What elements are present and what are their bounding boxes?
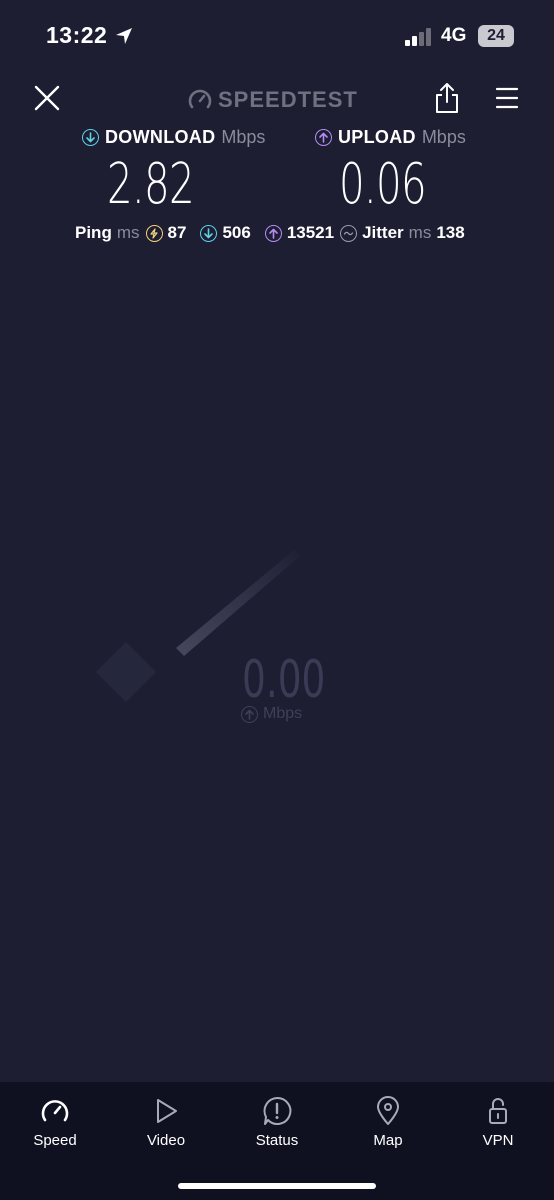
alert-bubble-icon	[263, 1096, 292, 1125]
ping-download-value: 506	[222, 223, 251, 242]
download-header: DOWNLOAD Mbps	[82, 127, 265, 148]
idle-latency-icon	[145, 224, 163, 242]
location-arrow-icon	[116, 28, 132, 44]
jitter-icon	[340, 224, 358, 242]
speedtest-logo-icon	[188, 89, 212, 109]
lock-icon	[489, 1098, 507, 1124]
tab-map[interactable]: Map	[338, 1096, 438, 1149]
gauge-speed-value: 0.00	[242, 650, 326, 710]
tab-video[interactable]: Video	[116, 1096, 216, 1149]
close-button[interactable]	[33, 84, 61, 112]
play-icon	[157, 1099, 177, 1123]
jitter-value: 138	[436, 223, 465, 242]
ping-label: Ping	[75, 223, 112, 242]
ping-unit: ms	[116, 223, 140, 242]
tab-speed-label: Speed	[33, 1132, 77, 1149]
upload-label: UPLOAD	[338, 127, 416, 147]
cellular-signal-icon	[405, 28, 431, 46]
download-latency-icon	[200, 224, 218, 242]
gauge-unit-label: Mbps	[263, 705, 303, 722]
upload-header: UPLOAD Mbps	[315, 127, 466, 148]
tab-status[interactable]: Status	[227, 1096, 327, 1149]
download-arrow-icon	[82, 129, 99, 146]
home-indicator[interactable]	[178, 1183, 376, 1189]
jitter-label: Jitter	[362, 223, 404, 242]
download-label: DOWNLOAD	[105, 127, 216, 147]
network-type: 4G	[441, 25, 467, 46]
jitter-unit: ms	[408, 223, 432, 242]
menu-button[interactable]	[495, 86, 519, 110]
brand-name: SPEEDTEST	[218, 87, 358, 112]
gauge-upload-icon	[241, 705, 258, 723]
tab-speed[interactable]: Speed	[5, 1096, 105, 1149]
gauge-hub	[96, 642, 156, 702]
speed-gauge	[96, 550, 300, 702]
upload-value: 0.06	[339, 152, 427, 217]
speedtest-screen: 13:22 4G 24 SPEEDTEST DOWNLOAD Mbps UPLO…	[0, 0, 554, 1200]
speedometer-icon	[41, 1100, 69, 1122]
download-unit: Mbps	[221, 127, 266, 147]
tab-vpn-label: VPN	[482, 1132, 514, 1149]
tab-video-label: Video	[146, 1132, 186, 1149]
upload-unit: Mbps	[421, 127, 466, 147]
map-pin-icon	[377, 1096, 399, 1125]
gauge-unit: Mbps	[241, 705, 302, 723]
ping-upload-value: 13521	[286, 223, 335, 242]
tab-status-label: Status	[255, 1132, 299, 1149]
ping-idle-value: 87	[167, 223, 187, 242]
tab-map-label: Map	[373, 1132, 403, 1149]
share-button[interactable]	[434, 82, 460, 114]
status-time: 13:22	[46, 22, 108, 48]
gauge-needle	[176, 550, 300, 656]
upload-arrow-icon	[315, 129, 332, 146]
brand-logo: SPEEDTEST	[188, 86, 358, 114]
ping-row: Ping ms 87 506 13521 Jitter ms 138	[75, 223, 465, 243]
download-value: 2.82	[107, 152, 195, 217]
tab-vpn[interactable]: VPN	[448, 1096, 548, 1149]
upload-latency-icon	[264, 224, 282, 242]
battery-indicator: 24	[478, 25, 514, 47]
